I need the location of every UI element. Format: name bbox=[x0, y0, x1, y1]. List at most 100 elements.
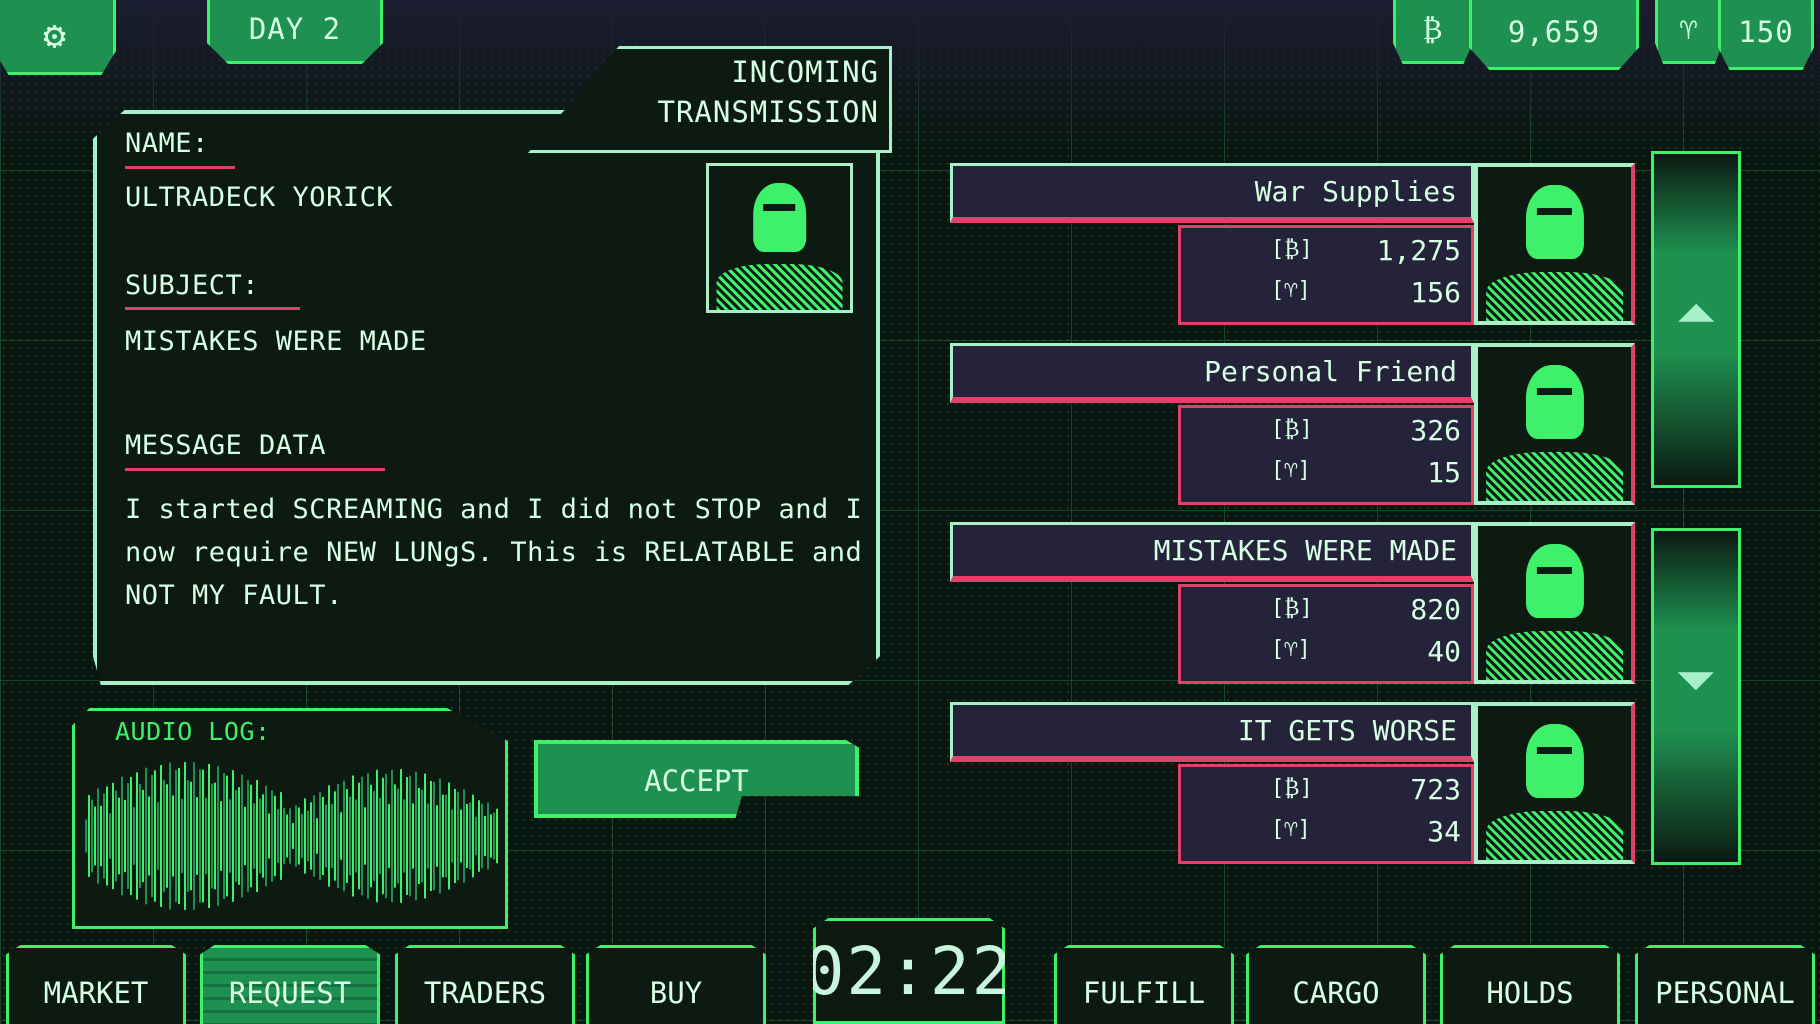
waveform-bar bbox=[334, 791, 336, 881]
waveform-bar bbox=[433, 781, 435, 891]
sender-portrait bbox=[706, 163, 853, 313]
scroll-up-button[interactable]: ⏶ bbox=[1651, 151, 1741, 488]
waveform-bar bbox=[91, 799, 93, 873]
day-label: DAY 2 bbox=[248, 12, 342, 46]
waveform-bar bbox=[340, 812, 342, 860]
tab-buy[interactable]: BUY bbox=[586, 945, 766, 1024]
waveform-bar bbox=[463, 789, 465, 883]
request-title-text: IT GETS WORSE bbox=[1237, 714, 1457, 747]
request-rewards: [₿] 326 [♈] 15 bbox=[1178, 405, 1474, 505]
audio-log-panel[interactable]: AUDIO LOG: bbox=[72, 708, 508, 929]
credits-value: 9,659 bbox=[1507, 15, 1601, 49]
tab-fulfill[interactable]: FULFILL bbox=[1054, 945, 1234, 1024]
waveform-bar bbox=[331, 803, 333, 869]
timer-value: 02:22 bbox=[804, 932, 1014, 1010]
waveform-bar bbox=[133, 807, 135, 865]
waveform-bar bbox=[271, 790, 273, 882]
waveform-bar bbox=[400, 769, 402, 903]
settings-button[interactable]: ⚙ bbox=[0, 0, 116, 75]
waveform-bar bbox=[85, 819, 87, 853]
waveform-bar bbox=[190, 781, 192, 891]
tab-traders[interactable]: TRADERS bbox=[395, 945, 575, 1024]
request-card[interactable]: War Supplies [₿] 1,275 [♈] 156 bbox=[950, 163, 1635, 328]
credits-display: 9,659 bbox=[1469, 0, 1639, 70]
request-rewards: [₿] 1,275 [♈] 156 bbox=[1178, 225, 1474, 325]
request-title: Personal Friend bbox=[950, 343, 1474, 403]
tab-label: REQUEST bbox=[228, 976, 352, 1010]
request-card[interactable]: Personal Friend [₿] 326 [♈] 15 bbox=[950, 343, 1635, 508]
waveform-bar bbox=[247, 780, 249, 892]
waveform-bar bbox=[94, 806, 96, 866]
accept-label: ACCEPT bbox=[644, 764, 749, 798]
tab-label: CARGO bbox=[1292, 976, 1380, 1010]
reward-credits: 326 bbox=[1410, 414, 1461, 447]
waveform-bar bbox=[496, 808, 498, 864]
waveform-bar bbox=[193, 762, 195, 910]
waveform-bar bbox=[337, 784, 339, 888]
waveform-bar bbox=[313, 795, 315, 877]
waveform-bar bbox=[265, 785, 267, 887]
waveform-bar bbox=[103, 793, 105, 879]
waveform-bar bbox=[283, 808, 285, 864]
waveform-bar bbox=[115, 790, 117, 882]
tab-holds[interactable]: HOLDS bbox=[1440, 945, 1620, 1024]
day-indicator: DAY 2 bbox=[207, 0, 383, 64]
request-title: War Supplies bbox=[950, 163, 1474, 223]
waveform-bar bbox=[256, 780, 258, 892]
waveform-bar bbox=[157, 802, 159, 870]
tab-personal[interactable]: PERSONAL bbox=[1635, 945, 1815, 1024]
waveform-bar bbox=[259, 798, 261, 874]
request-card[interactable]: MISTAKES WERE MADE [₿] 820 [♈] 40 bbox=[950, 522, 1635, 687]
waveform-bar bbox=[244, 806, 246, 866]
waveform-bar bbox=[424, 773, 426, 899]
waveform-bar bbox=[439, 778, 441, 894]
waveform-bar bbox=[472, 794, 474, 878]
waveform-bar bbox=[199, 769, 201, 903]
waveform-bar bbox=[388, 804, 390, 868]
tab-label: FULFILL bbox=[1082, 976, 1206, 1010]
reward-credits: 820 bbox=[1410, 593, 1461, 626]
request-title-text: MISTAKES WERE MADE bbox=[1153, 534, 1457, 567]
timer: 02:22 bbox=[813, 918, 1005, 1024]
waveform-bar bbox=[301, 813, 303, 859]
waveform-bar bbox=[166, 784, 168, 888]
waveform-bar bbox=[394, 784, 396, 888]
request-card[interactable]: IT GETS WORSE [₿] 723 [♈] 34 bbox=[950, 702, 1635, 867]
request-title-text: Personal Friend bbox=[1204, 355, 1457, 388]
tab-market[interactable]: MARKET bbox=[6, 945, 186, 1024]
waveform-bar bbox=[286, 814, 288, 858]
waveform-bar bbox=[202, 769, 204, 903]
waveform-bar bbox=[172, 795, 174, 877]
waveform-bar bbox=[154, 770, 156, 902]
waveform-bar bbox=[277, 809, 279, 863]
reward-reputation: 156 bbox=[1410, 276, 1461, 309]
credit-icon: [₿] bbox=[1271, 417, 1313, 442]
waveform-bar bbox=[403, 799, 405, 873]
arrow-up-icon: ⏶ bbox=[1676, 284, 1716, 342]
waveform-bar bbox=[145, 767, 147, 905]
waveform-bar bbox=[397, 788, 399, 884]
waveform-bar bbox=[430, 781, 432, 891]
tab-cargo[interactable]: CARGO bbox=[1246, 945, 1426, 1024]
trader-portrait bbox=[1474, 522, 1635, 684]
credit-icon: ₿ bbox=[1393, 0, 1473, 64]
waveform-bar bbox=[205, 797, 207, 875]
waveform-bar bbox=[88, 795, 90, 877]
waveform-bar bbox=[169, 762, 171, 910]
credit-icon: [₿] bbox=[1271, 776, 1313, 801]
waveform-bar bbox=[97, 788, 99, 884]
tab-request[interactable]: REQUEST bbox=[200, 945, 380, 1024]
scroll-down-button[interactable]: ⏷ bbox=[1651, 528, 1741, 865]
tab-label: HOLDS bbox=[1486, 976, 1574, 1010]
waveform-bar bbox=[445, 794, 447, 878]
waveform-bar bbox=[151, 774, 153, 898]
trophy-icon: ♈ bbox=[1655, 0, 1723, 64]
waveform-bar bbox=[346, 789, 348, 883]
name-label: NAME: bbox=[125, 128, 209, 159]
waveform-bar bbox=[448, 782, 450, 890]
tab-label: MARKET bbox=[43, 976, 149, 1010]
waveform-bar bbox=[415, 771, 417, 901]
waveform-bar bbox=[208, 763, 210, 909]
waveform-bar bbox=[298, 807, 300, 865]
tab-label: TRADERS bbox=[423, 976, 547, 1010]
